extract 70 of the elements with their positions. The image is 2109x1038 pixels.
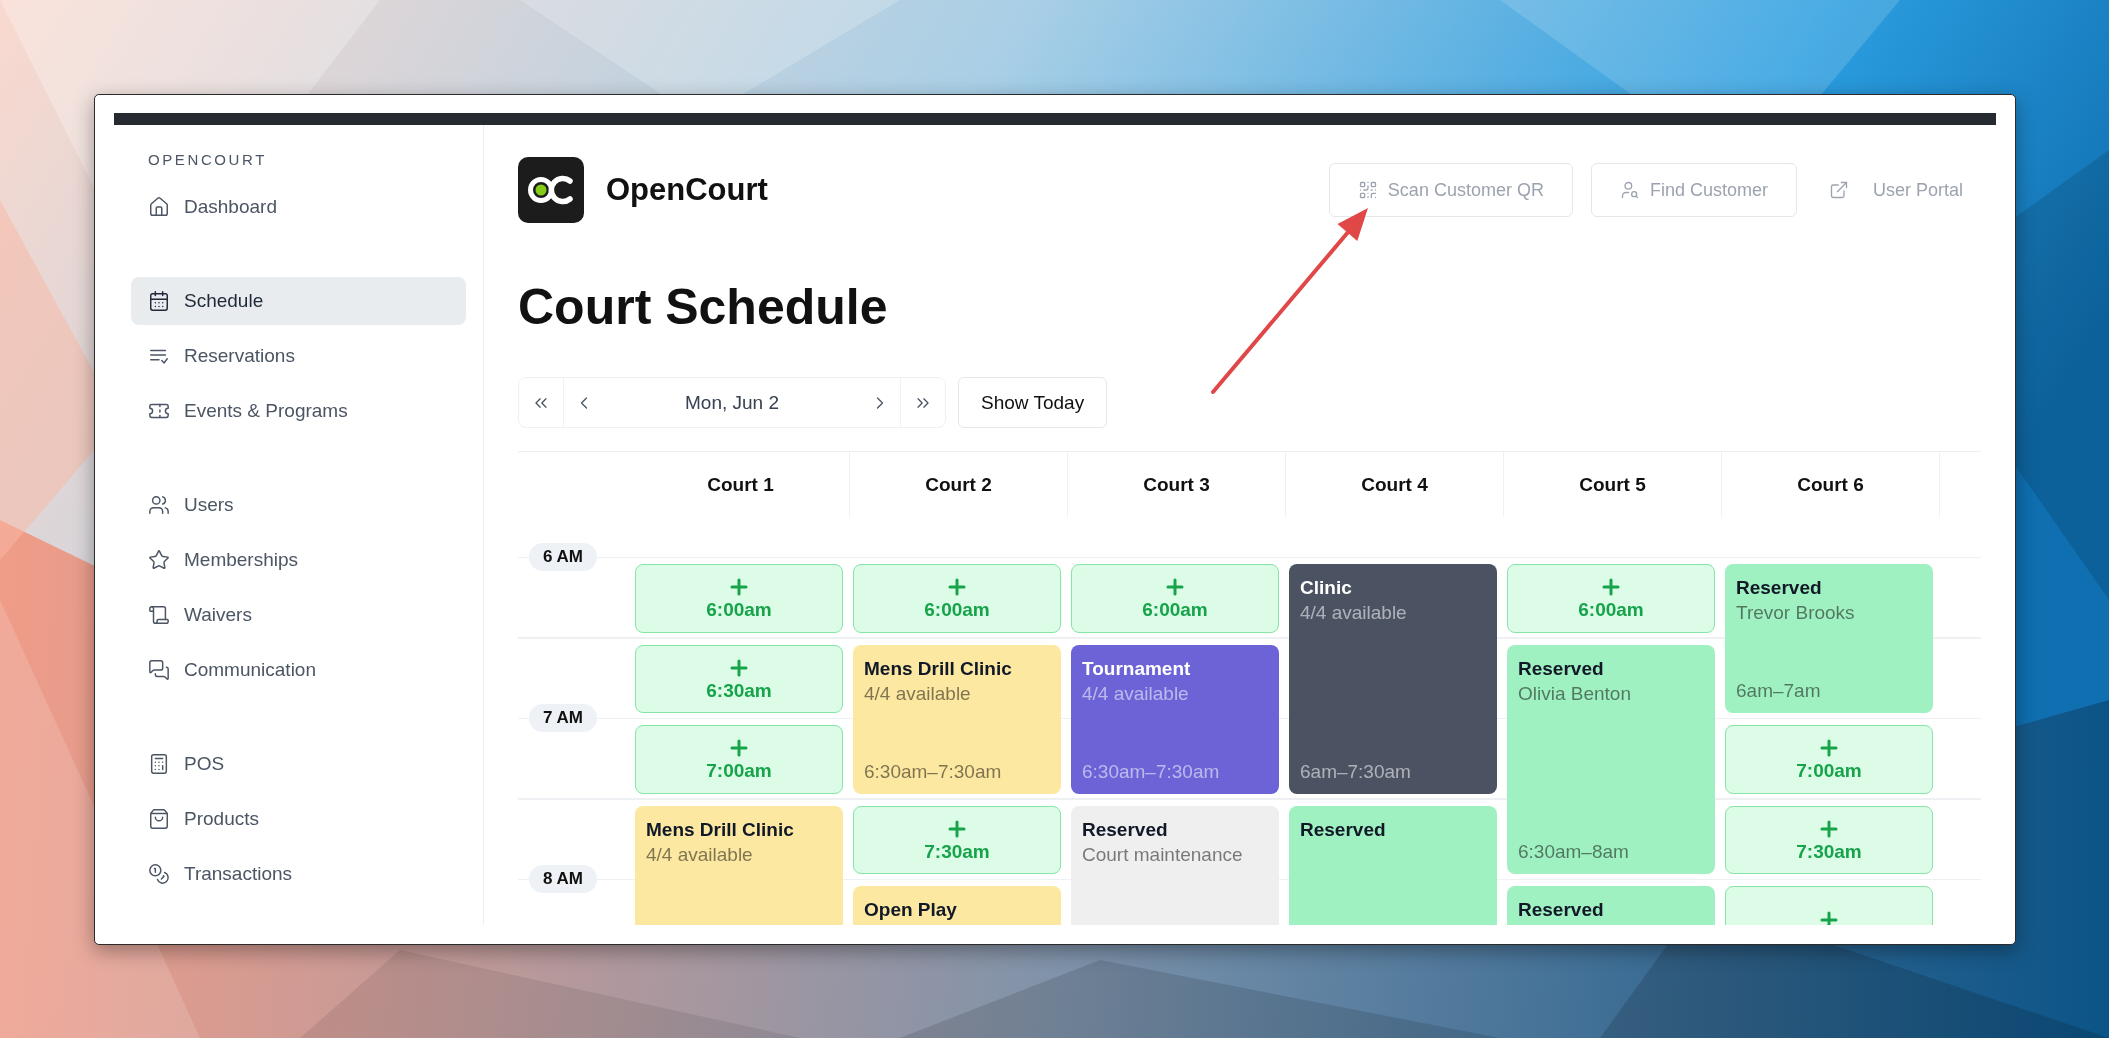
booking-detail: 4/4 available (864, 681, 972, 706)
booking-card[interactable]: Clinic 4/4 available 6am–7:30am (1289, 564, 1497, 794)
booking-title: Clinic (1300, 576, 1353, 600)
booking-card[interactable]: Reserved Olivia Benton 6:30am–8am (1507, 644, 1715, 874)
sidebar-item[interactable]: Schedule (131, 277, 466, 325)
house-icon (148, 196, 170, 218)
shopping-bag-icon (148, 808, 170, 830)
booking-time: 6:30am–7:30am (864, 759, 1003, 784)
booking-time: 6am–7:30am (1300, 759, 1412, 784)
time-label: 6 AM (529, 543, 597, 571)
booking-time: 6am–7am (1736, 679, 1822, 703)
chat-icon (148, 659, 170, 681)
coins-icon (148, 863, 170, 885)
show-today-button[interactable]: Show Today (958, 377, 1108, 428)
sidebar-brand: OPENCOURT (147, 151, 268, 169)
booking-detail: 4/4 available (1300, 601, 1408, 625)
time-label: 7 AM (529, 704, 597, 732)
court-header: Court 4 (1361, 473, 1428, 496)
sidebar-item[interactable]: Events & Programs (131, 387, 466, 435)
page-title: Court Schedule (518, 278, 889, 337)
booking-time: 6:30am–8am (1518, 840, 1630, 864)
app-name: OpenCourt (606, 172, 768, 208)
booking-title: Reserved (1736, 576, 1823, 600)
booking-title: Reserved (1518, 656, 1605, 681)
court-header: Court 6 (1797, 473, 1864, 496)
sidebar-item[interactable]: Reservations (131, 332, 466, 380)
booking-card[interactable]: Tournament 4/4 available 6:30am–7:30am (1071, 644, 1279, 794)
booking-detail: 4/4 available (1082, 681, 1190, 706)
booking-card[interactable]: Reserved Court maintenance (1071, 805, 1279, 925)
time-label: 8 AM (529, 865, 597, 893)
sidebar-item[interactable]: Products (131, 795, 466, 843)
sidebar-item[interactable]: Dashboard (131, 183, 466, 231)
booking-title: Mens Drill Clinic (646, 817, 795, 842)
scroll-icon (148, 604, 170, 626)
booking-title: Open Play (864, 898, 958, 922)
court-header: Court 3 (1143, 473, 1210, 496)
booking-detail: Trevor Brooks (1736, 601, 1856, 625)
user-search-icon (1619, 180, 1640, 200)
sidebar-item[interactable]: Communication (131, 646, 466, 694)
sidebar-item[interactable]: Users (131, 481, 466, 529)
star-icon (148, 549, 170, 571)
booking-title: Reserved (1518, 898, 1605, 922)
booking-detail: Olivia Benton (1518, 681, 1632, 706)
booking-title: Tournament (1082, 656, 1192, 681)
booking-card[interactable]: Open Play (853, 886, 1061, 925)
external-link-icon (1828, 180, 1849, 200)
court-header: Court 2 (925, 473, 992, 496)
booking-title: Reserved (1082, 817, 1169, 842)
booking-detail: Court maintenance (1082, 842, 1244, 867)
booking-card[interactable]: Mens Drill Clinic 4/4 available (635, 805, 843, 925)
booking-title: Mens Drill Clinic (864, 656, 1013, 681)
booking-card[interactable]: Reserved (1507, 886, 1715, 925)
calculator-icon (148, 753, 170, 775)
booking-detail: 4/4 available (646, 842, 754, 867)
booking-time: 6:30am–7:30am (1082, 759, 1221, 784)
qr-code-icon (1357, 180, 1378, 200)
sidebar-item[interactable]: Memberships (131, 536, 466, 584)
users-icon (148, 494, 170, 516)
booking-title: Reserved (1300, 817, 1387, 842)
court-header: Court 1 (707, 473, 774, 496)
booking-card[interactable]: Reserved (1289, 805, 1497, 925)
calendar-icon (148, 290, 170, 312)
court-header: Court 5 (1579, 473, 1646, 496)
logo-icon (518, 157, 584, 223)
sidebar-item[interactable]: POS (131, 740, 466, 788)
booking-card[interactable]: Mens Drill Clinic 4/4 available 6:30am–7:30am (853, 644, 1061, 794)
sidebar-item[interactable]: Transactions (131, 850, 466, 898)
booking-card[interactable]: Reserved Trevor Brooks 6am–7am (1725, 564, 1933, 713)
current-date: Mon, Jun 2 (684, 391, 780, 414)
sidebar-item[interactable]: Waivers (131, 591, 466, 639)
